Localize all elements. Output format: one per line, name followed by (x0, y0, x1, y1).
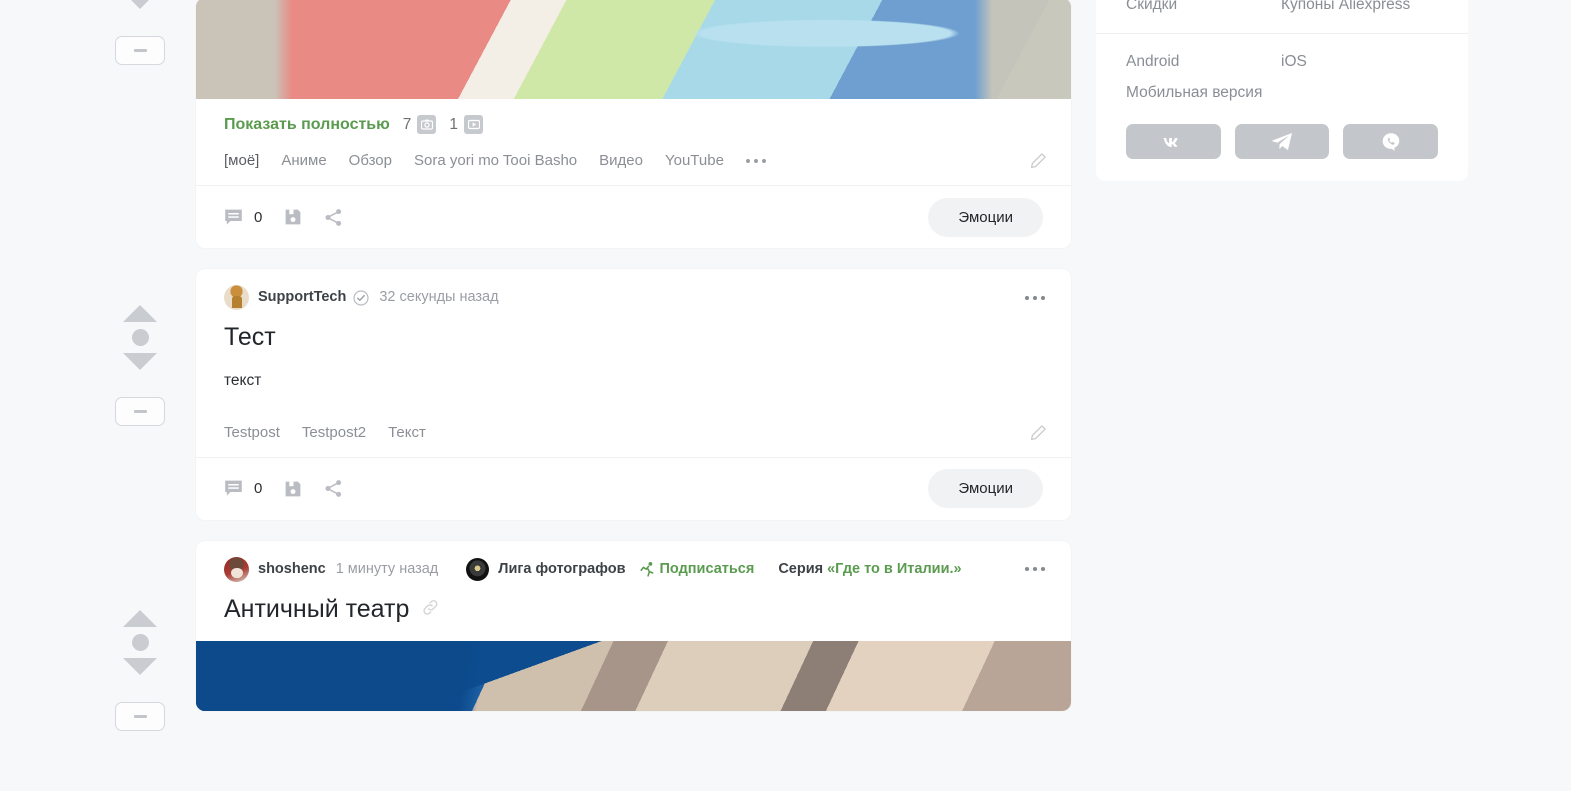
tag-item[interactable]: Аниме (281, 152, 326, 169)
telegram-icon (1271, 133, 1292, 151)
downvote-button[interactable] (123, 658, 157, 675)
mobile-version-link[interactable]: Мобильная версия (1126, 83, 1281, 102)
tag-item[interactable]: Обзор (349, 152, 392, 169)
post-image-theatre[interactable] (196, 641, 1071, 712)
comment-icon (225, 480, 242, 496)
play-icon (464, 115, 484, 134)
post-timestamp: 1 минуту назад (335, 561, 439, 577)
series-label: Серия «Где то в Италии.» (778, 562, 961, 577)
vote-rail-post-test (94, 305, 186, 426)
save-icon (285, 209, 301, 225)
expand-row: Показать полностью 7 1 (196, 99, 1071, 134)
vk-button[interactable] (1126, 124, 1221, 160)
tag-item[interactable]: YouTube (665, 152, 724, 169)
sidebar-apps-block: Android iOS Мобильная версия (1096, 34, 1468, 160)
comments-count: 0 (254, 208, 263, 226)
share-icon (325, 208, 342, 226)
post-image-anime[interactable] (196, 0, 1071, 99)
comments-button[interactable]: 0 (224, 479, 262, 498)
vote-rating-dot (131, 329, 149, 346)
subscribe-label: Подписаться (659, 561, 755, 577)
action-bar: 0 Эмоции (196, 458, 1071, 520)
viber-button[interactable] (1343, 124, 1439, 160)
comments-count: 0 (254, 480, 263, 498)
show-full-link[interactable]: Показать полностью (224, 116, 390, 134)
series-link[interactable]: «Где то в Италии.» (827, 561, 962, 577)
share-button[interactable] (324, 479, 343, 498)
author-name[interactable]: shoshenc (258, 562, 326, 577)
feed-page: Показать полностью 7 1 [моё] Аниме Обзор… (0, 0, 1571, 791)
tag-item[interactable]: Текст (388, 424, 426, 441)
verified-icon (353, 289, 369, 306)
post-title: Тест (196, 310, 1071, 353)
comments-button[interactable]: 0 (224, 208, 262, 227)
post-body-text: текст (224, 371, 262, 389)
avatar[interactable] (224, 285, 249, 310)
post-card-anime: Показать полностью 7 1 [моё] Аниме Обзор… (196, 0, 1071, 248)
vote-count-pill[interactable] (115, 36, 165, 65)
avatar[interactable] (224, 556, 249, 582)
photo-count: 7 (402, 115, 412, 133)
post-card-test: SupportTech 32 секунды назад Тест текст … (196, 269, 1071, 520)
subscribe-icon (639, 562, 653, 577)
edit-tags-icon[interactable] (1030, 424, 1047, 441)
post-menu-icon[interactable] (1023, 290, 1047, 306)
post-card-theatre: shoshenc 1 минуту назад Лига фотографов … (196, 540, 1071, 712)
vote-count-pill[interactable] (115, 702, 165, 731)
camera-icon (417, 115, 437, 134)
social-buttons (1126, 124, 1439, 160)
media-counts: 7 1 (403, 115, 496, 134)
community-avatar[interactable] (466, 557, 490, 581)
save-button[interactable] (284, 208, 302, 226)
telegram-button[interactable] (1234, 124, 1330, 160)
sidebar-link[interactable]: Скидки (1126, 0, 1281, 15)
downvote-button[interactable] (123, 0, 157, 9)
tag-item[interactable]: Testpost2 (302, 424, 366, 441)
emotions-button[interactable]: Эмоции (928, 469, 1043, 509)
vote-rail-post-anime (94, 0, 186, 65)
downvote-button[interactable] (123, 353, 157, 370)
more-tags-icon[interactable] (745, 158, 766, 163)
post-feed: Показать полностью 7 1 [моё] Аниме Обзор… (196, 0, 1071, 712)
share-icon (325, 480, 342, 498)
author-name[interactable]: SupportTech (258, 290, 346, 305)
tag-item[interactable]: [моё] (224, 152, 259, 169)
post-title-text[interactable]: Тест (224, 323, 276, 353)
sidebar-footer: Кодекс Пикабу Контакты Реклама О проекте… (1096, 0, 1468, 182)
post-menu-icon[interactable] (1023, 561, 1047, 577)
emotions-button[interactable]: Эмоции (928, 197, 1043, 237)
sidebar-links-block-2: Промокоды Блоги Скидки Купоны Aliexpress (1096, 0, 1468, 34)
video-count: 1 (449, 115, 459, 133)
tag-row: Testpost Testpost2 Текст (196, 396, 1071, 458)
vk-icon (1163, 137, 1179, 147)
sidebar-link[interactable]: Купоны Aliexpress (1281, 0, 1438, 15)
share-button[interactable] (324, 208, 343, 227)
vote-rail-post-theatre (94, 610, 186, 731)
post-header: SupportTech 32 секунды назад (196, 269, 1071, 310)
vote-rating-dot (131, 634, 149, 651)
save-button[interactable] (284, 480, 302, 498)
community-name[interactable]: Лига фотографов (498, 562, 625, 577)
subscribe-button[interactable]: Подписаться (639, 561, 755, 577)
upvote-button[interactable] (123, 610, 157, 627)
series-prefix: Серия (778, 561, 828, 577)
vote-count-pill[interactable] (115, 397, 165, 426)
tag-item[interactable]: Testpost (224, 424, 280, 441)
save-icon (285, 481, 301, 497)
tag-item[interactable]: Видео (599, 152, 643, 169)
comment-icon (225, 209, 242, 225)
upvote-button[interactable] (123, 305, 157, 322)
android-link[interactable]: Android (1126, 52, 1281, 71)
link-icon[interactable] (421, 595, 440, 625)
tag-row: [моё] Аниме Обзор Sora yori mo Tooi Bash… (196, 134, 1071, 186)
tag-item[interactable]: Sora yori mo Tooi Basho (414, 152, 577, 169)
edit-tags-icon[interactable] (1030, 152, 1047, 169)
post-timestamp: 32 секунды назад (379, 289, 499, 306)
post-title: Античный театр (196, 582, 1071, 625)
action-bar: 0 Эмоции (196, 186, 1071, 248)
post-title-text[interactable]: Античный театр (224, 595, 409, 625)
viber-icon (1382, 132, 1399, 151)
ios-link[interactable]: iOS (1281, 52, 1438, 71)
post-header: shoshenc 1 минуту назад Лига фотографов … (196, 541, 1071, 582)
